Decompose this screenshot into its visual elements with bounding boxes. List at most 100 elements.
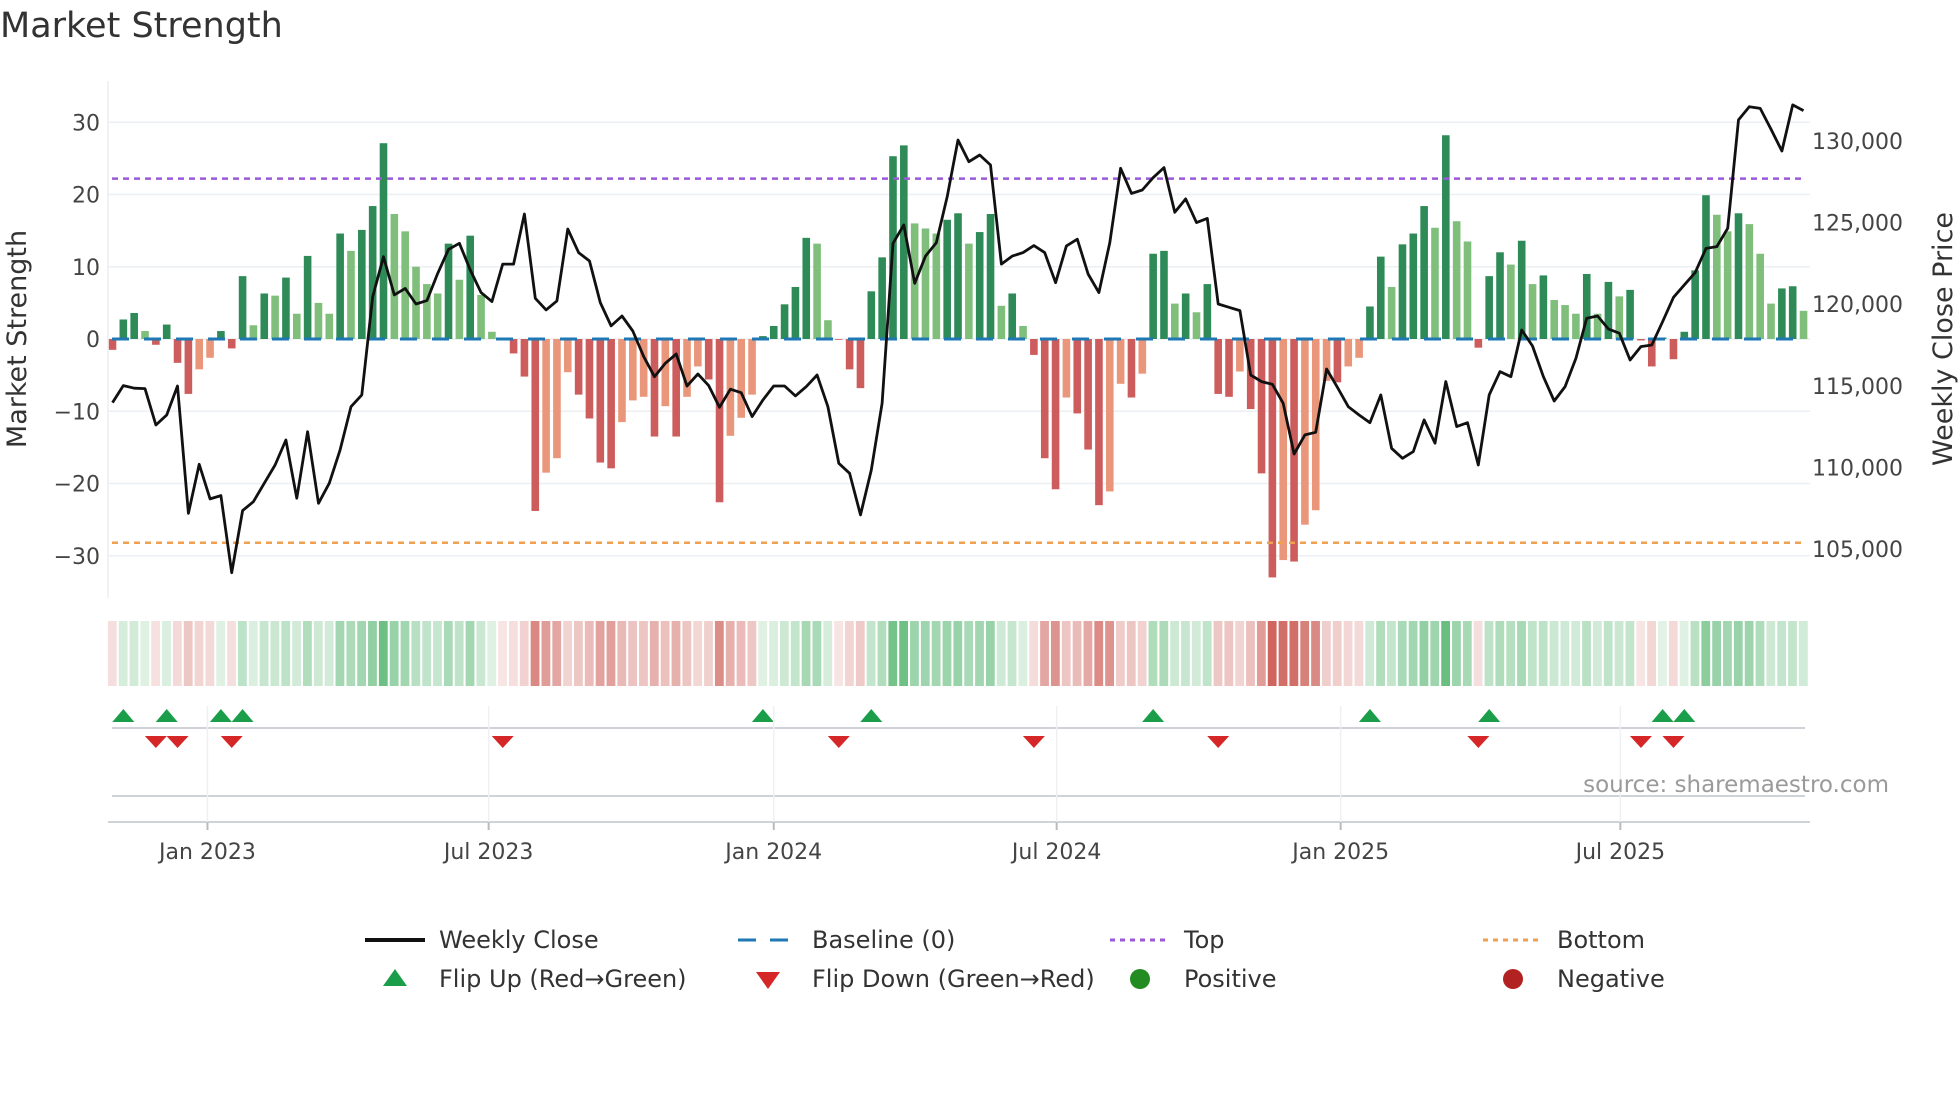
heat-cell — [281, 621, 291, 686]
legend-positive[interactable]: Positive — [1110, 962, 1277, 996]
heat-cell — [1007, 621, 1017, 686]
flip-up-marker — [1651, 709, 1674, 722]
heat-cell — [834, 621, 843, 686]
strength-bar — [195, 339, 204, 370]
heat-cell — [1527, 621, 1537, 686]
x-tick-label: Jan 2024 — [723, 840, 822, 865]
heat-cell — [779, 621, 789, 686]
heat-cell — [1668, 621, 1678, 686]
heat-cell — [172, 621, 182, 686]
heat-cell — [205, 621, 215, 686]
heat-cell — [1798, 621, 1808, 686]
strength-bar — [1116, 339, 1125, 384]
heat-cell — [1560, 621, 1570, 686]
heat-cell — [1256, 621, 1266, 686]
heat-cell — [996, 621, 1006, 686]
heat-cell — [855, 621, 865, 686]
legend-label: Negative — [1557, 965, 1665, 993]
heat-cell — [1181, 621, 1190, 686]
heat-cell — [248, 621, 258, 686]
strength-bar — [1160, 250, 1168, 339]
flip-up-marker — [209, 709, 232, 722]
flip-up-marker — [155, 709, 178, 722]
legend-flip-up[interactable]: Flip Up (Red→Green) — [365, 962, 687, 996]
heat-cell — [476, 621, 486, 686]
heat-cell — [1484, 621, 1494, 686]
heat-cell — [639, 621, 648, 686]
heat-cell — [1224, 621, 1234, 686]
strength-bar — [661, 339, 670, 407]
heat-cell — [1571, 621, 1581, 686]
strength-bar — [1474, 339, 1483, 348]
heat-cell — [1137, 621, 1147, 686]
heat-cell — [1419, 621, 1429, 686]
strength-bar — [574, 339, 583, 395]
strength-bar — [1073, 339, 1082, 414]
heat-cell — [1397, 621, 1407, 686]
heat-cell — [1029, 621, 1039, 686]
y2-tick-label: 110,000 — [1812, 456, 1903, 481]
legend-baseline[interactable]: Baseline (0) — [738, 923, 955, 957]
heat-cell — [400, 621, 410, 686]
strength-bar — [455, 279, 464, 339]
heat-cell — [389, 621, 399, 686]
heat-cell — [129, 621, 139, 686]
y2-tick-label: 105,000 — [1812, 538, 1903, 563]
heat-cell — [1170, 621, 1180, 686]
heat-cell — [1105, 621, 1114, 686]
heat-cell — [1332, 621, 1342, 686]
strength-bar — [1279, 339, 1288, 561]
strength-bar — [1517, 240, 1526, 339]
legend-weekly-close[interactable]: Weekly Close — [365, 923, 599, 957]
heat-cell — [1430, 621, 1440, 686]
strength-bar — [1105, 339, 1114, 492]
heat-cell — [443, 621, 453, 686]
flip-up-marker — [112, 709, 135, 722]
x-tick-label: Jul 2023 — [442, 840, 534, 865]
legend-bottom[interactable]: Bottom — [1483, 923, 1645, 957]
heat-cell — [1191, 621, 1201, 686]
strength-bar — [1778, 288, 1786, 339]
heat-cell — [1614, 621, 1624, 686]
strength-bars — [108, 135, 1808, 578]
heat-cell — [1235, 621, 1245, 686]
flip-down-marker — [1207, 736, 1230, 748]
flip-down-marker — [491, 736, 514, 748]
heat-cell — [714, 621, 724, 686]
heat-cell — [335, 621, 345, 686]
strength-bar — [303, 255, 312, 339]
flip-up-marker — [1142, 709, 1165, 722]
strength-bar — [1431, 227, 1439, 339]
heat-cell — [237, 621, 247, 686]
strength-bar — [119, 319, 128, 339]
legend-label: Flip Up (Red→Green) — [439, 965, 687, 993]
strength-bar — [390, 214, 399, 339]
legend-negative[interactable]: Negative — [1483, 962, 1665, 996]
strength-bar — [1149, 253, 1157, 339]
heat-cell — [899, 621, 909, 686]
legend-flip-down[interactable]: Flip Down (Green→Red) — [738, 962, 1095, 996]
circle-icon — [1110, 962, 1170, 996]
heat-cell — [1278, 621, 1288, 686]
strength-bar — [791, 286, 800, 339]
flip-down-marker — [144, 736, 167, 748]
x-tick-label: Jul 2024 — [1010, 840, 1102, 865]
heat-cell — [1788, 621, 1797, 686]
strength-bar — [1756, 253, 1764, 339]
strength-bar — [607, 339, 615, 469]
dotted-line-icon — [1110, 923, 1170, 957]
strength-bar — [824, 320, 832, 339]
strength-bar — [173, 339, 182, 363]
legend-label: Positive — [1184, 965, 1277, 993]
heat-cell — [1701, 621, 1711, 686]
x-tick-label: Jul 2025 — [1574, 840, 1666, 865]
heat-cell — [790, 621, 800, 686]
legend-top[interactable]: Top — [1110, 923, 1225, 957]
heat-cell — [942, 621, 952, 686]
heat-cell — [845, 621, 854, 686]
strength-bar — [694, 339, 702, 367]
heat-cell — [823, 621, 833, 686]
heat-cell — [1582, 621, 1591, 686]
strength-bar — [509, 339, 518, 354]
strength-bar — [1669, 339, 1678, 360]
